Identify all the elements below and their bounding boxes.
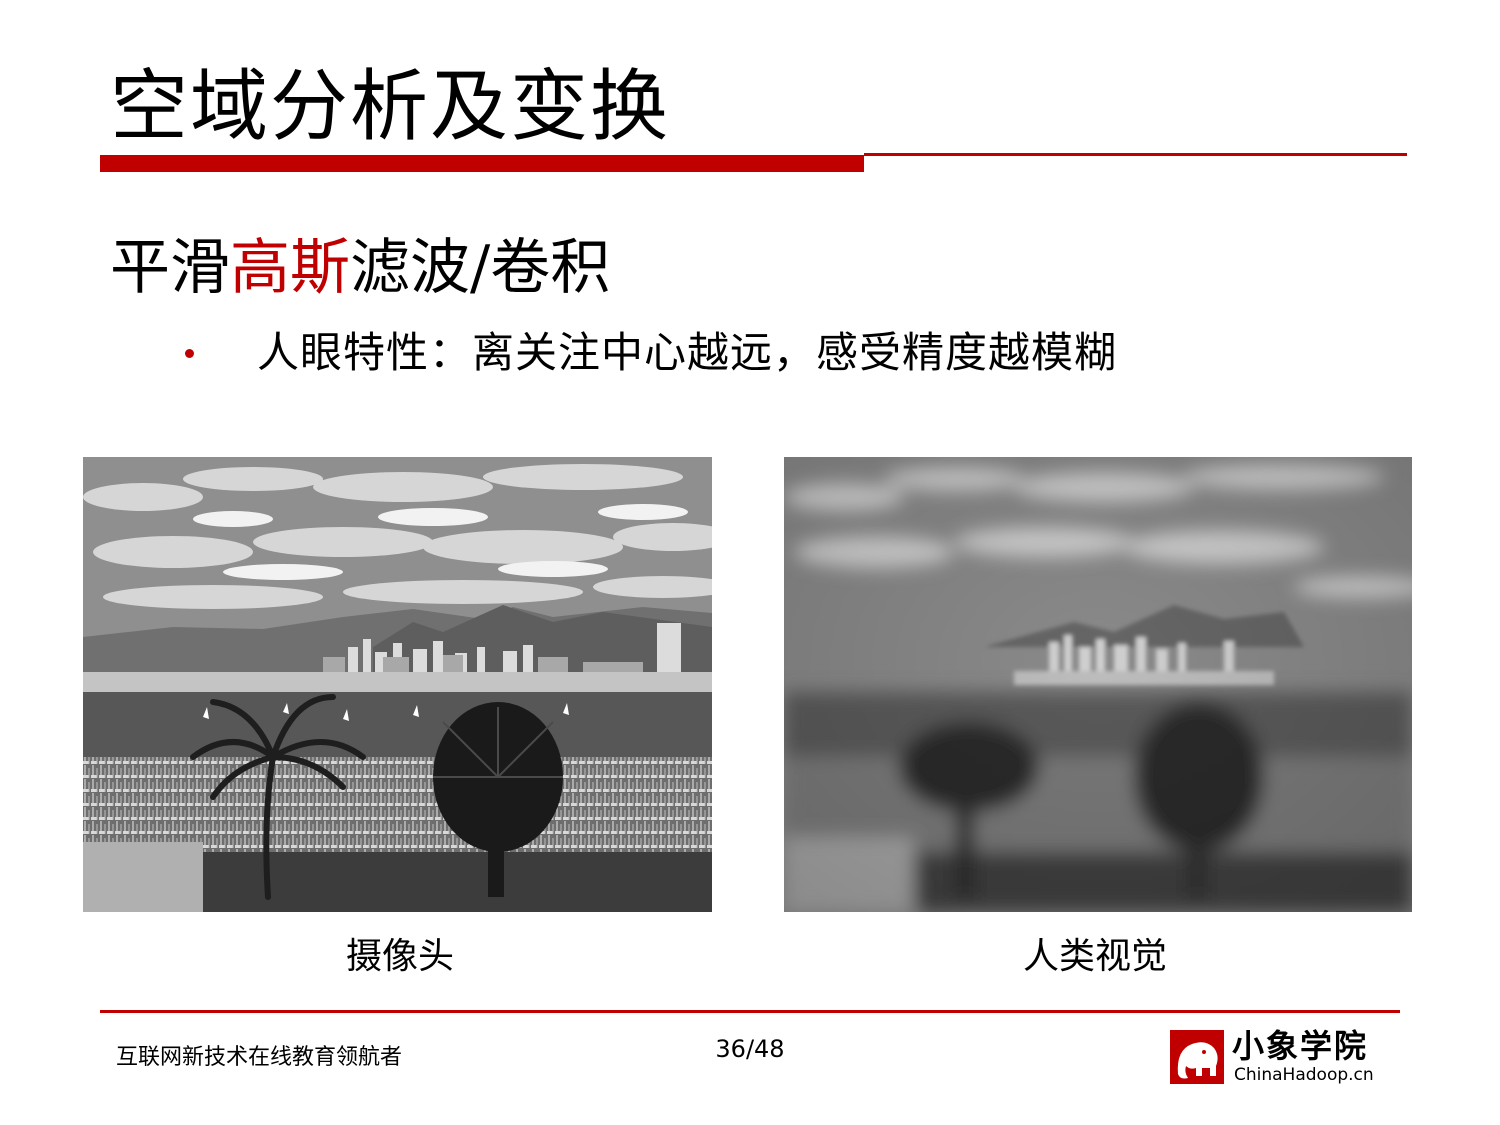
camera-photo	[83, 457, 712, 912]
footer-divider	[100, 1010, 1400, 1013]
slide-title: 空域分析及变换	[110, 62, 671, 152]
human-vision-photo-graphic	[784, 457, 1412, 912]
camera-caption: 摄像头	[345, 936, 454, 977]
page-number: 36/48	[715, 1035, 785, 1063]
title-underline-thick	[100, 155, 864, 172]
logo-name: 小象学院	[1232, 1027, 1369, 1065]
bullet-text: 人眼特性：离关注中心越远，感受精度越模糊	[257, 328, 1118, 377]
camera-photo-graphic	[83, 457, 712, 912]
human-vision-caption: 人类视觉	[1022, 936, 1167, 977]
slide: 空域分析及变换 平滑高斯滤波/卷积 人眼特性：离关注中心越远，感受精度越模糊 摄…	[0, 0, 1500, 1125]
human-vision-photo	[784, 457, 1412, 912]
elephant-logo-icon	[1170, 1030, 1224, 1084]
bullet-item: 人眼特性：离关注中心越远，感受精度越模糊	[185, 325, 1117, 381]
footer-tagline: 互联网新技术在线教育领航者	[116, 1045, 403, 1070]
brand-logo: 小象学院 ChinaHadoop.cn	[1170, 1027, 1400, 1085]
section-heading: 平滑高斯滤波/卷积	[110, 232, 610, 304]
logo-url: ChinaHadoop.cn	[1234, 1065, 1374, 1085]
title-underline-thin	[864, 153, 1407, 156]
bullet-dot-icon	[185, 348, 194, 358]
heading-prefix: 平滑	[110, 233, 230, 303]
heading-suffix: 滤波/卷积	[350, 233, 611, 303]
heading-accent: 高斯	[230, 233, 350, 303]
